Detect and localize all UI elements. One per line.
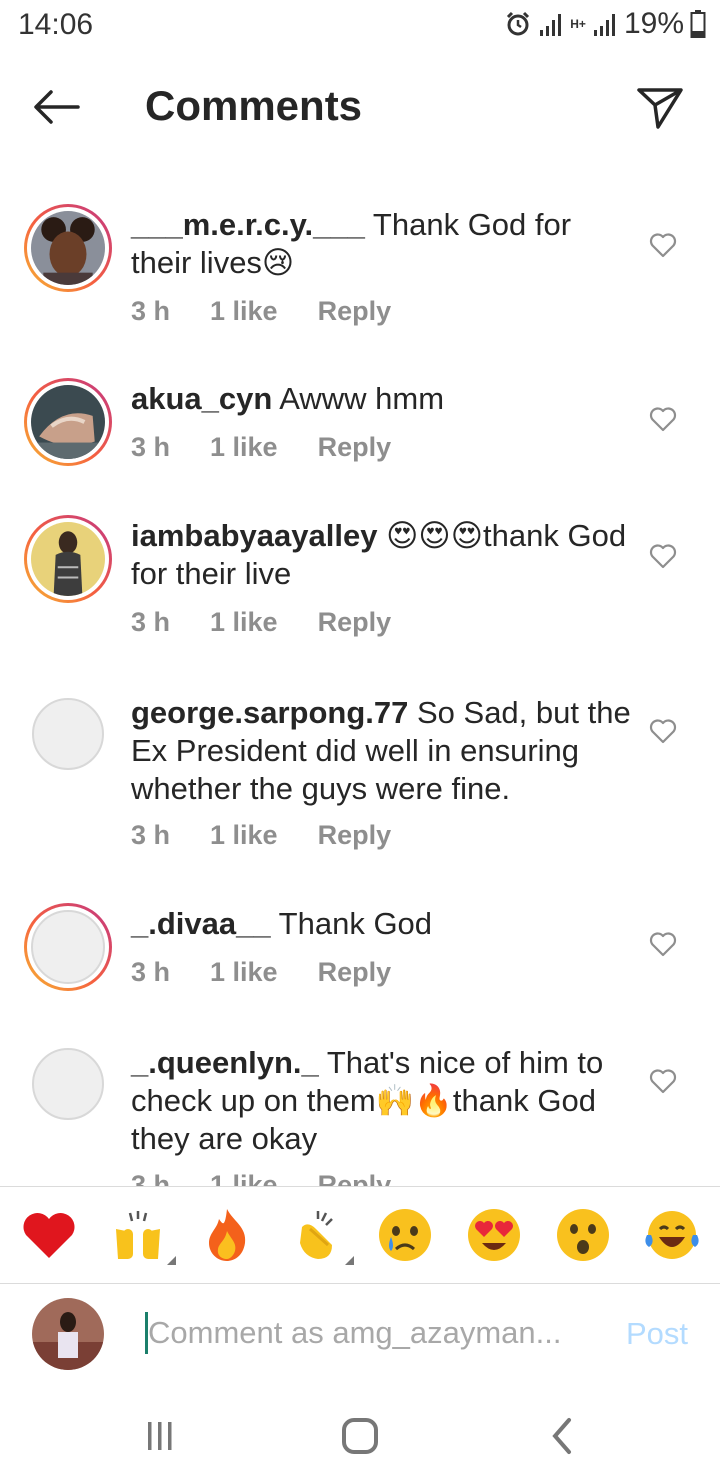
comment-composer: Post <box>0 1284 720 1394</box>
quick-reactions-bar <box>0 1186 720 1284</box>
comment-likes[interactable]: 1 like <box>210 296 278 327</box>
system-navigation-bar <box>0 1394 720 1480</box>
battery-icon <box>690 10 706 38</box>
post-button[interactable]: Post <box>626 1316 688 1352</box>
heart-outline-icon[interactable] <box>648 716 678 746</box>
comment-time: 3 h <box>131 296 171 326</box>
chevron-left-icon <box>552 1418 571 1454</box>
comment-likes[interactable]: 1 like <box>210 957 278 988</box>
comment-time: 3 h <box>131 432 171 462</box>
heart-eyes-icon[interactable] <box>462 1203 526 1267</box>
comment-likes[interactable]: 1 like <box>210 1170 278 1186</box>
clapping-hands-icon[interactable] <box>284 1203 354 1267</box>
comment-text: iambabyaayalley 😍😍😍thank God for their l… <box>131 517 631 593</box>
reply-button[interactable]: Reply <box>318 820 392 851</box>
heart-outline-icon[interactable] <box>648 541 678 571</box>
reply-button[interactable]: Reply <box>318 957 392 988</box>
comment-text: george.sarpong.77 So Sad, but the Ex Pre… <box>131 694 631 808</box>
share-button[interactable] <box>632 80 688 136</box>
comment-username[interactable]: ___m.e.r.c.y.___ <box>131 207 365 242</box>
comment-time: 3 h <box>131 1170 171 1186</box>
comment-meta: 3 h 1 like Reply <box>131 1170 391 1186</box>
recent-apps-button[interactable] <box>130 1412 190 1460</box>
avatar[interactable] <box>32 1048 104 1120</box>
heart-outline-icon[interactable] <box>648 404 678 434</box>
comment-meta: 3 h 1 like Reply <box>131 820 391 851</box>
raising-hands-icon[interactable] <box>106 1203 176 1267</box>
astonished-face-icon[interactable] <box>551 1203 615 1267</box>
header: Comments <box>0 60 720 152</box>
status-bar: 14:06 H+ 19% <box>0 0 720 50</box>
network-type-icon: H+ <box>570 17 586 31</box>
avatar-image <box>31 522 105 596</box>
comment-username[interactable]: george.sarpong.77 <box>131 695 408 730</box>
comment-meta: 3 h 1 like Reply <box>131 607 391 638</box>
comment-likes[interactable]: 1 like <box>210 432 278 463</box>
avatar-image <box>32 1298 104 1370</box>
tears-of-joy-icon[interactable] <box>640 1203 704 1267</box>
comment-time: 3 h <box>131 820 171 850</box>
avatar-image <box>31 211 105 288</box>
comment-meta: 3 h 1 like Reply <box>131 432 391 463</box>
comment-meta: 3 h 1 like Reply <box>131 957 391 988</box>
comment-text: akua_cyn Awww hmm <box>131 380 631 418</box>
avatar[interactable] <box>24 204 112 292</box>
comment-text: _.queenlyn._ That's nice of him to check… <box>131 1044 631 1158</box>
heart-outline-icon[interactable] <box>648 1066 678 1096</box>
back-nav-button[interactable] <box>532 1412 592 1460</box>
comment-meta: 3 h 1 like Reply <box>131 296 391 327</box>
arrow-left-icon <box>34 90 80 124</box>
avatar[interactable] <box>24 378 112 466</box>
comment-likes[interactable]: 1 like <box>210 820 278 851</box>
alarm-icon <box>507 11 530 36</box>
heart-outline-icon[interactable] <box>648 929 678 959</box>
avatar[interactable] <box>24 515 112 603</box>
avatar[interactable] <box>32 698 104 770</box>
paper-plane-icon <box>637 88 683 129</box>
comments-list: ___m.e.r.c.y.___ Thank God for their liv… <box>0 180 720 1186</box>
fire-icon[interactable] <box>195 1203 259 1267</box>
heart-outline-icon[interactable] <box>648 230 678 260</box>
comment-message: Thank God <box>278 906 433 941</box>
reply-button[interactable]: Reply <box>318 296 392 327</box>
comment-likes[interactable]: 1 like <box>210 607 278 638</box>
comment-time: 3 h <box>131 957 171 987</box>
comment-text: _.divaa__ Thank God <box>131 905 631 943</box>
heart-icon[interactable] <box>17 1203 81 1267</box>
avatar[interactable] <box>24 903 112 991</box>
page-title: Comments <box>145 82 363 129</box>
crying-face-icon[interactable] <box>373 1203 437 1267</box>
comment-time: 3 h <box>131 607 171 637</box>
back-button[interactable] <box>24 82 88 132</box>
avatar-image <box>31 385 105 459</box>
comment-username[interactable]: akua_cyn <box>131 381 272 416</box>
status-time: 14:06 <box>18 8 94 41</box>
comment-username[interactable]: _.divaa__ <box>131 906 271 941</box>
home-icon <box>342 1418 378 1454</box>
signal-icon-2 <box>593 14 615 36</box>
comment-username[interactable]: _.queenlyn._ <box>131 1045 319 1080</box>
comment-username[interactable]: iambabyaayalley <box>131 518 377 553</box>
battery-percentage: 19% <box>623 7 684 40</box>
avatar-image <box>31 910 105 984</box>
current-user-avatar <box>32 1298 104 1370</box>
comment-message: Awww hmm <box>279 381 445 416</box>
signal-icon <box>540 14 562 36</box>
home-button[interactable] <box>330 1412 390 1460</box>
comment-text: ___m.e.r.c.y.___ Thank God for their liv… <box>131 206 631 282</box>
status-indicators: H+ 19% <box>504 6 706 42</box>
reply-button[interactable]: Reply <box>318 607 392 638</box>
recent-apps-icon <box>148 1422 172 1450</box>
reply-button[interactable]: Reply <box>318 1170 392 1186</box>
comment-input[interactable] <box>148 1310 578 1356</box>
reply-button[interactable]: Reply <box>318 432 392 463</box>
